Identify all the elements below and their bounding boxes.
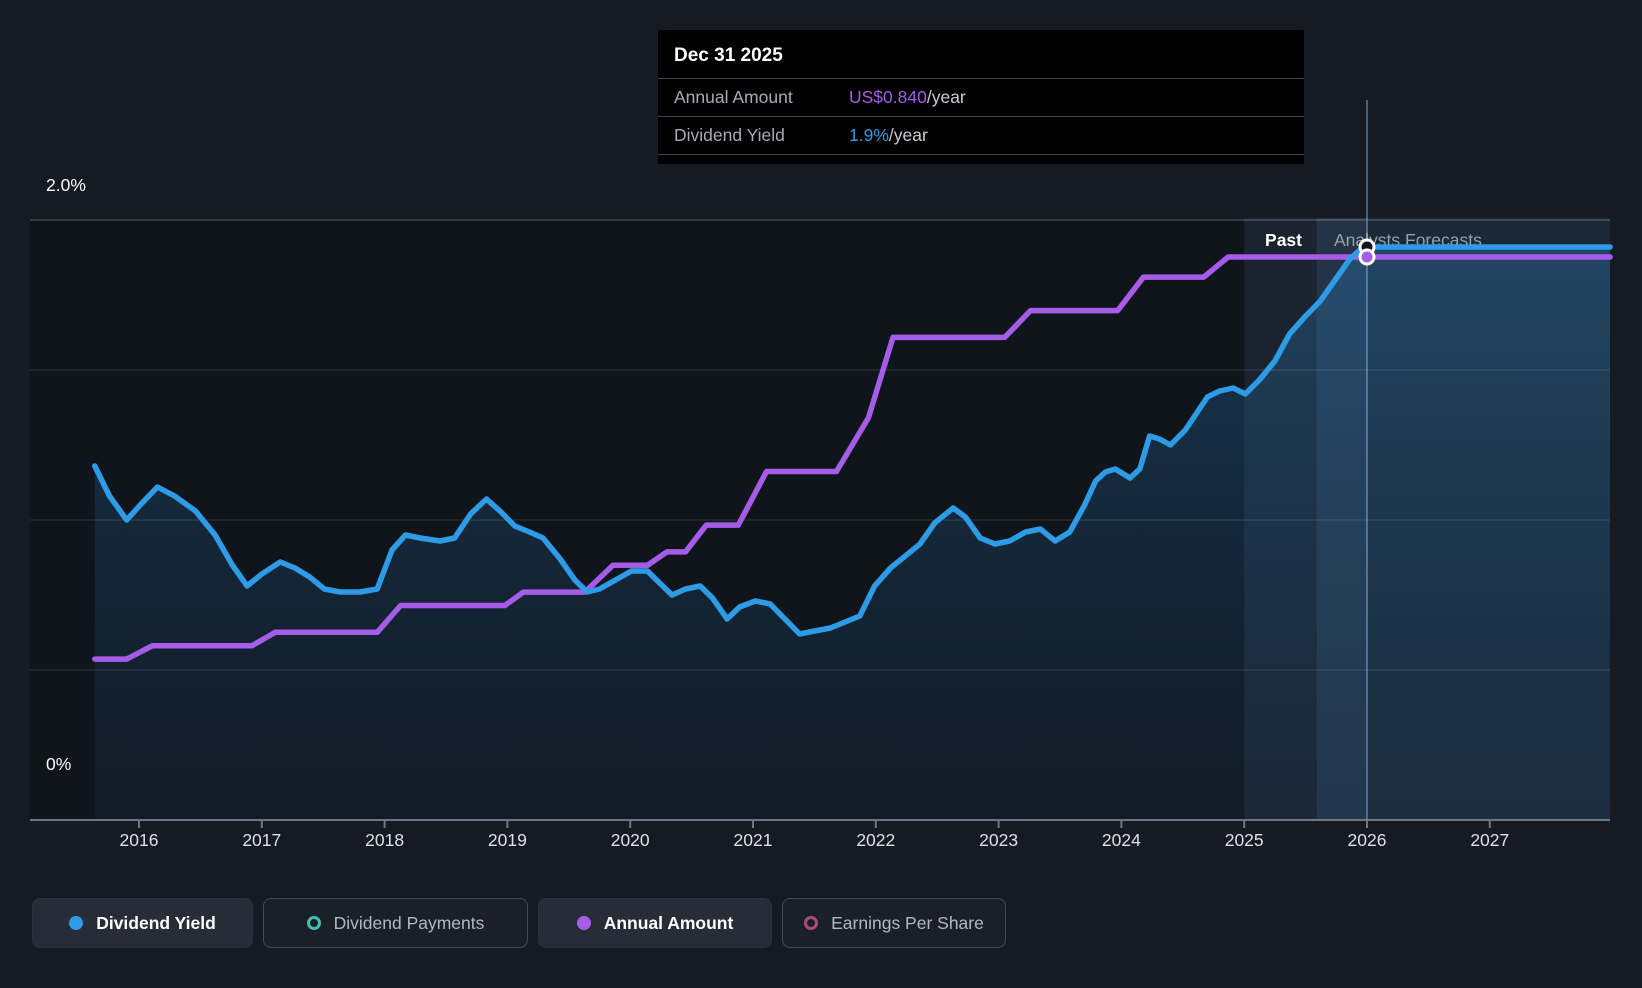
legend-button-annual-amount[interactable]: Annual Amount	[538, 898, 772, 948]
x-axis-label-2026: 2026	[1347, 830, 1387, 850]
x-axis-label-2021: 2021	[733, 830, 773, 850]
filled-circle-icon	[576, 916, 591, 930]
tooltip-suffix-dividend-yield: /year	[888, 125, 928, 145]
tooltip-value-dividend-yield: 1.9%	[849, 125, 889, 145]
legend-label: Dividend Yield	[96, 912, 216, 933]
hollow-circle-icon	[804, 916, 819, 930]
tooltip-date: Dec 31 2025	[674, 45, 783, 66]
tooltip-label-dividend-yield: Dividend Yield	[674, 125, 785, 145]
dividend-history-chart: 2.0% 0% 2016 2017 2018 2019 2020 2021 2022 2023…	[0, 0, 1642, 988]
x-axis-label-2017: 2017	[242, 830, 282, 850]
past-region-label: Past	[1265, 230, 1302, 250]
x-axis-label-2016: 2016	[119, 830, 159, 850]
y-axis-top-label: 2.0%	[46, 175, 86, 195]
x-axis-label-2027: 2027	[1470, 830, 1510, 850]
filled-circle-icon	[69, 916, 84, 930]
legend-button-dividend-payments[interactable]: Dividend Payments	[263, 898, 528, 948]
tooltip-suffix-annual-amount: /year	[926, 87, 966, 107]
tooltip-value-annual-amount: US$0.840	[849, 87, 927, 107]
x-axis-label-2019: 2019	[487, 830, 527, 850]
chart-tooltip: Dec 31 2025 Annual Amount US$0.840 /year…	[658, 30, 1304, 164]
hollow-circle-icon	[306, 916, 321, 930]
x-axis-label-2023: 2023	[979, 830, 1019, 850]
tooltip-row-annual-amount: Annual Amount US$0.840 /year	[658, 78, 1304, 116]
tooltip-label-annual-amount: Annual Amount	[674, 87, 793, 107]
tooltip-row-dividend-yield: Dividend Yield 1.9% /year	[658, 116, 1304, 155]
legend-label: Earnings Per Share	[831, 912, 984, 933]
x-axis-label-2020: 2020	[610, 830, 650, 850]
forecast-region-label: Analysts Forecasts	[1334, 230, 1482, 250]
y-axis-bottom-label: 0%	[46, 754, 72, 774]
chart-legend: Dividend Yield Dividend Payments Annual Am…	[32, 898, 1006, 948]
legend-button-dividend-yield[interactable]: Dividend Yield	[32, 898, 253, 948]
x-axis-label-2025: 2025	[1224, 830, 1264, 850]
x-axis-label-2018: 2018	[365, 830, 405, 850]
x-axis-label-2024: 2024	[1101, 830, 1141, 850]
legend-button-earnings-per-share[interactable]: Earnings Per Share	[782, 898, 1006, 948]
legend-label: Dividend Payments	[333, 912, 485, 933]
x-axis-label-2022: 2022	[856, 830, 896, 850]
legend-label: Annual Amount	[603, 912, 734, 933]
